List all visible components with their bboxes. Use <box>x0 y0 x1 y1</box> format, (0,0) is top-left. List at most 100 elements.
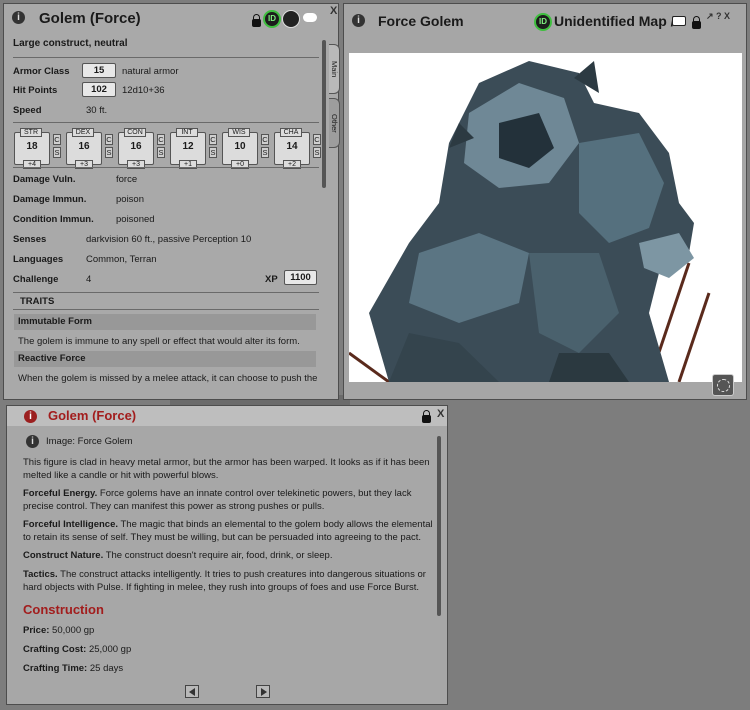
chat-icon[interactable] <box>303 13 317 22</box>
image-link-icon[interactable]: i <box>26 435 39 448</box>
prev-page-button[interactable] <box>185 685 199 698</box>
lock-icon[interactable] <box>252 14 261 27</box>
save-button[interactable]: S <box>53 147 61 158</box>
close-button[interactable]: X <box>437 408 444 420</box>
arrow-right-icon <box>261 688 267 696</box>
check-button[interactable]: C <box>313 134 321 145</box>
image-title: Force Golem <box>378 13 464 29</box>
ability-name: STR <box>20 128 42 137</box>
check-button[interactable]: C <box>53 134 61 145</box>
recenter-icon[interactable] <box>712 374 734 396</box>
condition-immun-value: poisoned <box>116 214 155 225</box>
story-paragraph: Construct Nature. The construct doesn't … <box>23 550 433 563</box>
damage-immun-value: poison <box>116 194 144 205</box>
save-button[interactable]: S <box>105 147 113 158</box>
story-paragraph: Forceful Energy. Force golems have an in… <box>23 488 433 513</box>
map-label: Unidentified Map / <box>554 13 675 29</box>
story-title: Golem (Force) <box>48 408 137 423</box>
divider <box>13 122 319 123</box>
traits-header: TRAITS <box>20 296 55 307</box>
armor-class-field[interactable]: 15 <box>82 63 116 78</box>
challenge-value: 4 <box>86 274 92 285</box>
damage-immun-label: Damage Immun. <box>13 194 87 205</box>
ability-score: 12 <box>182 141 194 152</box>
ability-score: 14 <box>286 141 298 152</box>
scrollbar[interactable] <box>437 436 441 616</box>
ability-score: 18 <box>26 141 38 152</box>
check-button[interactable]: C <box>261 134 269 145</box>
armor-class-label: Armor Class <box>13 66 70 77</box>
ability-name: CHA <box>280 128 302 137</box>
lock-icon[interactable] <box>422 410 431 423</box>
divider <box>13 309 319 310</box>
paragraph-heading: Forceful Intelligence. <box>23 519 119 530</box>
speed-value: 30 ft. <box>86 105 108 116</box>
crafting-cost-line: Crafting Cost: 25,000 gp <box>23 644 131 657</box>
portrait-icon[interactable] <box>282 10 300 28</box>
save-button[interactable]: S <box>313 147 321 158</box>
window-controls[interactable]: ↗ ? X <box>706 11 730 22</box>
xp-label: XP <box>265 274 278 285</box>
info-icon[interactable]: i <box>12 11 25 24</box>
trait-name[interactable]: Reactive Force <box>14 351 316 367</box>
xp-field[interactable]: 1100 <box>284 270 317 285</box>
senses-label: Senses <box>13 234 47 245</box>
hit-points-field[interactable]: 102 <box>82 82 116 97</box>
divider <box>13 167 319 168</box>
save-button[interactable]: S <box>261 147 269 158</box>
id-icon[interactable]: ID <box>263 10 281 28</box>
golem-image <box>349 53 742 382</box>
ability-score: 16 <box>130 141 142 152</box>
hit-dice: 12d10+36 <box>122 85 165 96</box>
save-button[interactable]: S <box>157 147 165 158</box>
id-icon[interactable]: ID <box>534 13 552 31</box>
crafting-time-value: 25 days <box>87 663 124 674</box>
target-icon <box>717 379 730 392</box>
scrollbar[interactable] <box>322 40 326 188</box>
ability-name: DEX <box>72 128 94 137</box>
divider <box>13 57 319 58</box>
crafting-cost-label: Crafting Cost: <box>23 644 87 655</box>
save-button[interactable]: S <box>209 147 217 158</box>
check-button[interactable]: C <box>209 134 217 145</box>
info-icon[interactable]: i <box>352 14 365 27</box>
lock-icon[interactable] <box>692 16 701 29</box>
story-paragraph: Tactics. The construct attacks intellige… <box>23 569 433 594</box>
damage-vuln-label: Damage Vuln. <box>13 174 76 185</box>
arrow-left-icon <box>189 688 195 696</box>
divider <box>13 292 319 293</box>
damage-vuln-value: force <box>116 174 138 185</box>
next-page-button[interactable] <box>256 685 270 698</box>
paragraph-heading: Construct Nature. <box>23 550 104 561</box>
share-icon[interactable] <box>672 16 686 26</box>
paragraph-text: The construct attacks intelligently. It … <box>23 569 426 593</box>
challenge-label: Challenge <box>13 274 59 285</box>
story-paragraph: This figure is clad in heavy metal armor… <box>23 457 430 481</box>
tab-main[interactable]: Main <box>329 44 340 94</box>
senses-value: darkvision 60 ft., passive Perception 10 <box>86 234 252 245</box>
price-label: Price: <box>23 625 50 636</box>
price-line: Price: 50,000 gp <box>23 625 94 638</box>
languages-label: Languages <box>13 254 64 265</box>
type-line: Large construct, neutral <box>13 38 128 49</box>
crafting-time-line: Crafting Time: 25 days <box>23 663 123 676</box>
image-window[interactable]: i Force Golem ID Unidentified Map / ↗ ? … <box>343 3 747 400</box>
check-button[interactable]: C <box>105 134 113 145</box>
armor-class-note: natural armor <box>122 66 179 77</box>
story-window[interactable]: i Golem (Force) X i Image: Force Golem T… <box>6 405 448 705</box>
construction-header: Construction <box>23 602 104 617</box>
tab-other[interactable]: Other <box>329 98 340 148</box>
paragraph-heading: Forceful Energy. <box>23 488 98 499</box>
info-icon[interactable]: i <box>24 410 37 423</box>
trait-name[interactable]: Immutable Form <box>14 314 316 330</box>
speed-label: Speed <box>13 105 42 116</box>
trait-description: When the golem is missed by a melee atta… <box>18 373 318 384</box>
ability-name: CON <box>124 128 146 137</box>
ability-name: INT <box>176 128 198 137</box>
image-link[interactable]: Image: Force Golem <box>46 436 133 447</box>
crafting-cost-value: 25,000 gp <box>86 644 132 655</box>
close-button[interactable]: X <box>330 5 337 17</box>
statblock-window[interactable]: i Golem (Force) ID X Large construct, ne… <box>3 3 340 400</box>
check-button[interactable]: C <box>157 134 165 145</box>
ability-score: 10 <box>234 141 246 152</box>
